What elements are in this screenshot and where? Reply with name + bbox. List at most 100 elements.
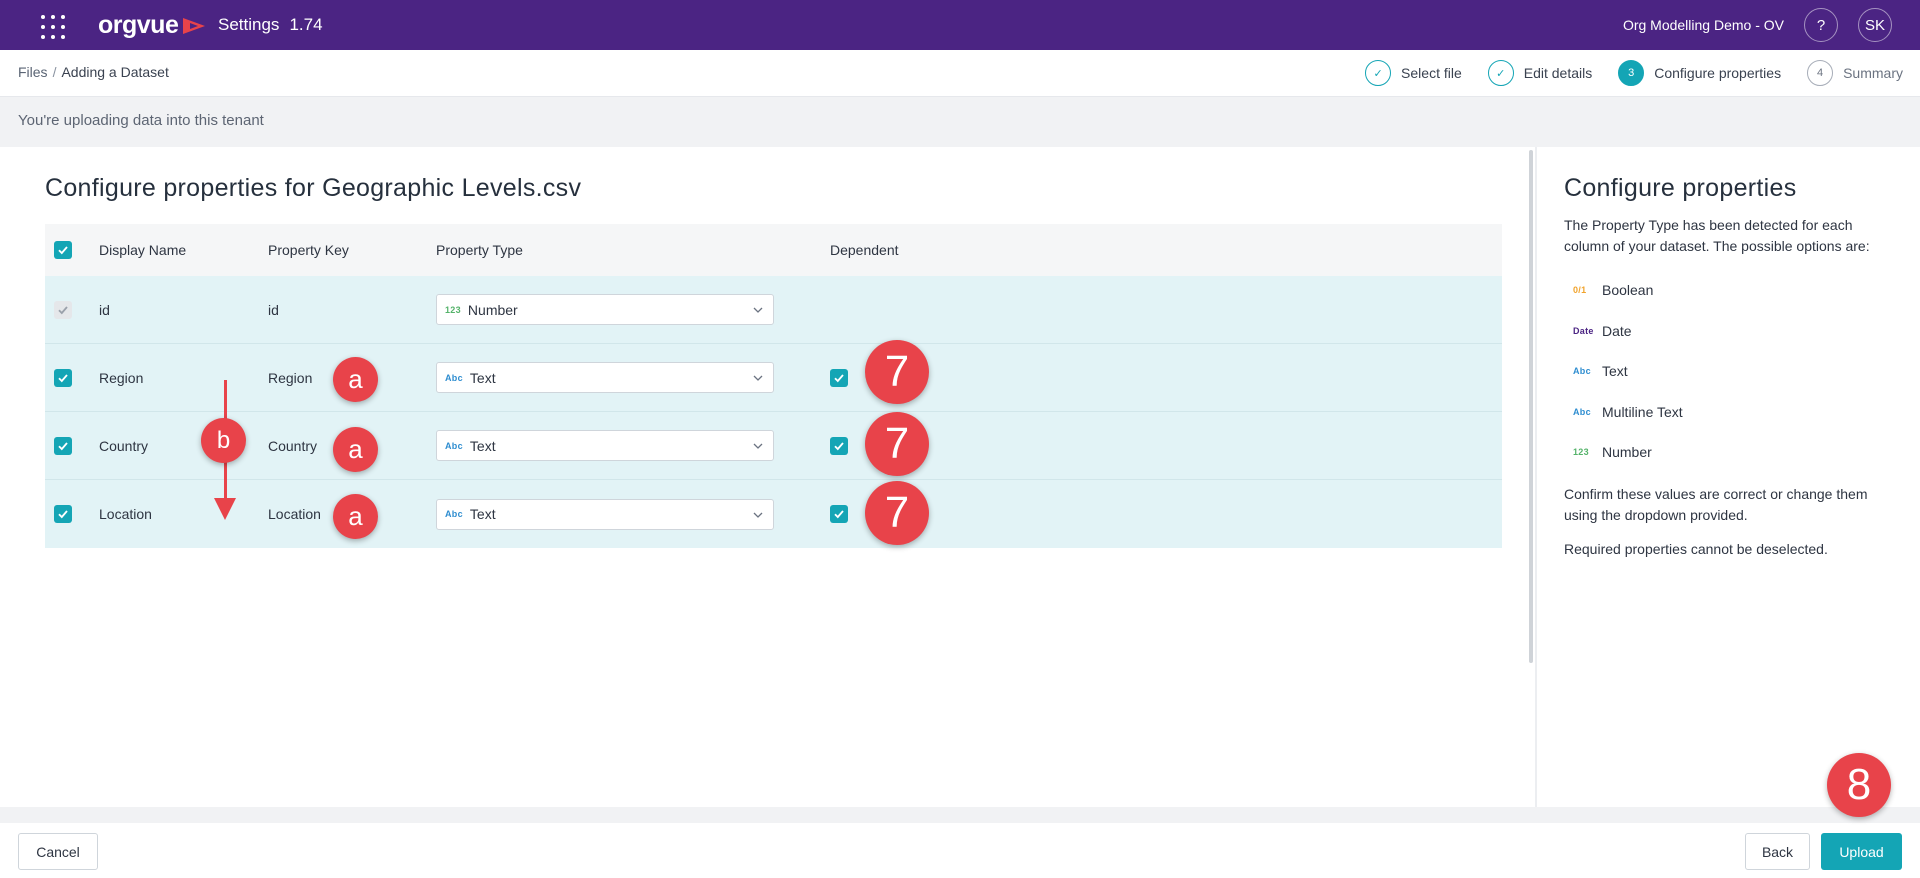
header-property-type[interactable]: Property Type bbox=[436, 224, 523, 276]
row-checkbox-cell bbox=[54, 344, 72, 411]
upload-button[interactable]: Upload bbox=[1821, 833, 1902, 870]
property-type-dropdown[interactable]: Abc Text bbox=[436, 498, 774, 530]
banner-text: You're uploading data into this tenant bbox=[18, 112, 264, 129]
property-type-value: Text bbox=[469, 506, 496, 522]
chevron-down-icon bbox=[753, 512, 763, 518]
select-all-checkbox[interactable] bbox=[54, 241, 72, 259]
row-property-key: id bbox=[268, 301, 279, 318]
row-display-name[interactable]: id bbox=[99, 276, 110, 343]
row-type-cell: Abc Text bbox=[436, 480, 774, 548]
step-done-icon: ✓ bbox=[1487, 60, 1514, 86]
step-done-icon: ✓ bbox=[1365, 60, 1392, 86]
chevron-down-icon bbox=[753, 307, 763, 313]
type-option-label: Date bbox=[1602, 323, 1632, 339]
table-row: id id 123 Number bbox=[45, 276, 1502, 344]
text-type-icon: Abc bbox=[1573, 366, 1591, 376]
breadcrumb-files-link[interactable]: Files bbox=[18, 64, 48, 80]
select-all-cell bbox=[54, 224, 72, 276]
breadcrumb-current: Adding a Dataset bbox=[61, 64, 169, 80]
header-display-name[interactable]: Display Name bbox=[99, 224, 186, 276]
header-property-key[interactable]: Property Key bbox=[268, 224, 349, 276]
step-number: 4 bbox=[1807, 60, 1834, 86]
step-label: Select file bbox=[1401, 65, 1462, 81]
app-title: Settings 1.74 bbox=[218, 15, 323, 35]
tenant-name[interactable]: Org Modelling Demo - OV bbox=[1623, 17, 1784, 33]
step-select-file[interactable]: ✓ Select file bbox=[1365, 60, 1462, 86]
annotation-marker-7: 7 bbox=[865, 340, 929, 404]
row-checkbox[interactable] bbox=[54, 368, 72, 387]
chevron-down-icon bbox=[753, 443, 763, 449]
text-type-icon: Abc bbox=[445, 372, 463, 383]
type-option-date: Date Date bbox=[1573, 323, 1632, 339]
step-label: Edit details bbox=[1523, 65, 1593, 81]
cancel-button[interactable]: Cancel bbox=[18, 833, 98, 870]
row-property-key: Region bbox=[268, 369, 313, 386]
row-checkbox[interactable] bbox=[54, 436, 72, 455]
step-edit-details[interactable]: ✓ Edit details bbox=[1487, 60, 1593, 86]
user-avatar[interactable]: SK bbox=[1858, 8, 1892, 42]
row-checkbox[interactable] bbox=[54, 505, 72, 523]
property-type-value: Text bbox=[469, 369, 496, 386]
row-display-name[interactable]: Location bbox=[99, 480, 152, 548]
type-option-label: Number bbox=[1602, 444, 1652, 460]
step-summary[interactable]: 4 Summary bbox=[1807, 60, 1903, 86]
page-title: Configure properties for Geographic Leve… bbox=[45, 174, 582, 202]
dependent-checkbox[interactable] bbox=[830, 368, 848, 387]
footer-strip bbox=[0, 807, 1920, 823]
table-row: Location Location Abc Text bbox=[45, 480, 1502, 548]
side-panel-required-note: Required properties cannot be deselected… bbox=[1564, 541, 1828, 557]
logo-mark-icon bbox=[181, 15, 207, 37]
upload-info-banner: You're uploading data into this tenant bbox=[0, 97, 1920, 147]
breadcrumb-separator: / bbox=[52, 64, 57, 80]
annotation-marker-a: a bbox=[333, 494, 378, 539]
type-option-label: Multiline Text bbox=[1602, 404, 1683, 420]
type-option-multiline-text: Abc Multiline Text bbox=[1573, 404, 1683, 420]
header-dependent[interactable]: Dependent bbox=[830, 224, 899, 276]
annotation-marker-a: a bbox=[333, 357, 378, 402]
row-dependent-cell bbox=[830, 344, 848, 411]
table-row: Region Region Abc Text bbox=[45, 344, 1502, 412]
dependent-checkbox[interactable] bbox=[830, 505, 848, 523]
side-panel-confirm-note: Confirm these values are correct or chan… bbox=[1564, 486, 1868, 523]
header-row: Files / Adding a Dataset ✓ Select file ✓ E… bbox=[0, 50, 1920, 97]
number-type-icon: 123 bbox=[445, 304, 461, 315]
row-display-name[interactable]: Country bbox=[99, 412, 148, 479]
number-type-icon: 123 bbox=[1573, 447, 1589, 457]
top-bar: orgvue Settings 1.74 Org Modelling Demo -… bbox=[0, 0, 1920, 50]
property-type-dropdown[interactable]: Abc Text bbox=[436, 362, 774, 393]
row-dependent-cell bbox=[830, 412, 848, 479]
property-type-value: Number bbox=[467, 301, 518, 318]
orgvue-logo[interactable]: orgvue bbox=[98, 11, 207, 40]
step-configure-properties[interactable]: 3 Configure properties bbox=[1618, 60, 1781, 86]
step-label: Summary bbox=[1843, 65, 1903, 81]
wizard-steps: ✓ Select file ✓ Edit details 3 Configure… bbox=[1339, 60, 1903, 86]
step-label: Configure properties bbox=[1654, 65, 1782, 81]
logo-text: orgvue bbox=[98, 11, 179, 39]
help-button[interactable]: ? bbox=[1804, 8, 1838, 42]
side-panel-title: Configure properties bbox=[1564, 174, 1797, 202]
row-property-key: Country bbox=[268, 437, 318, 454]
row-display-name[interactable]: Region bbox=[99, 344, 143, 411]
boolean-type-icon: 0/1 bbox=[1573, 285, 1587, 295]
annotation-marker-7: 7 bbox=[865, 412, 929, 476]
text-type-icon: Abc bbox=[445, 440, 463, 451]
annotation-marker-7: 7 bbox=[865, 481, 929, 545]
property-type-dropdown[interactable]: 123 Number bbox=[436, 294, 774, 325]
type-option-boolean: 0/1 Boolean bbox=[1573, 282, 1653, 298]
row-checkbox-cell bbox=[54, 412, 72, 479]
app-name: Settings bbox=[218, 15, 280, 34]
type-option-label: Text bbox=[1602, 363, 1628, 379]
back-button[interactable]: Back bbox=[1745, 833, 1810, 870]
app-launcher-icon[interactable] bbox=[41, 15, 65, 39]
annotation-marker-8: 8 bbox=[1827, 753, 1891, 817]
row-property-key: Location bbox=[268, 506, 321, 522]
property-type-dropdown[interactable]: Abc Text bbox=[436, 430, 774, 461]
row-dependent-cell bbox=[830, 480, 848, 548]
text-type-icon: Abc bbox=[445, 509, 463, 519]
app-version: 1.74 bbox=[289, 15, 323, 34]
type-option-number: 123 Number bbox=[1573, 444, 1652, 460]
dependent-checkbox[interactable] bbox=[830, 436, 848, 455]
main-scrollbar[interactable] bbox=[1529, 150, 1533, 663]
row-checkbox-cell bbox=[54, 480, 72, 548]
row-type-cell: 123 Number bbox=[436, 276, 774, 343]
